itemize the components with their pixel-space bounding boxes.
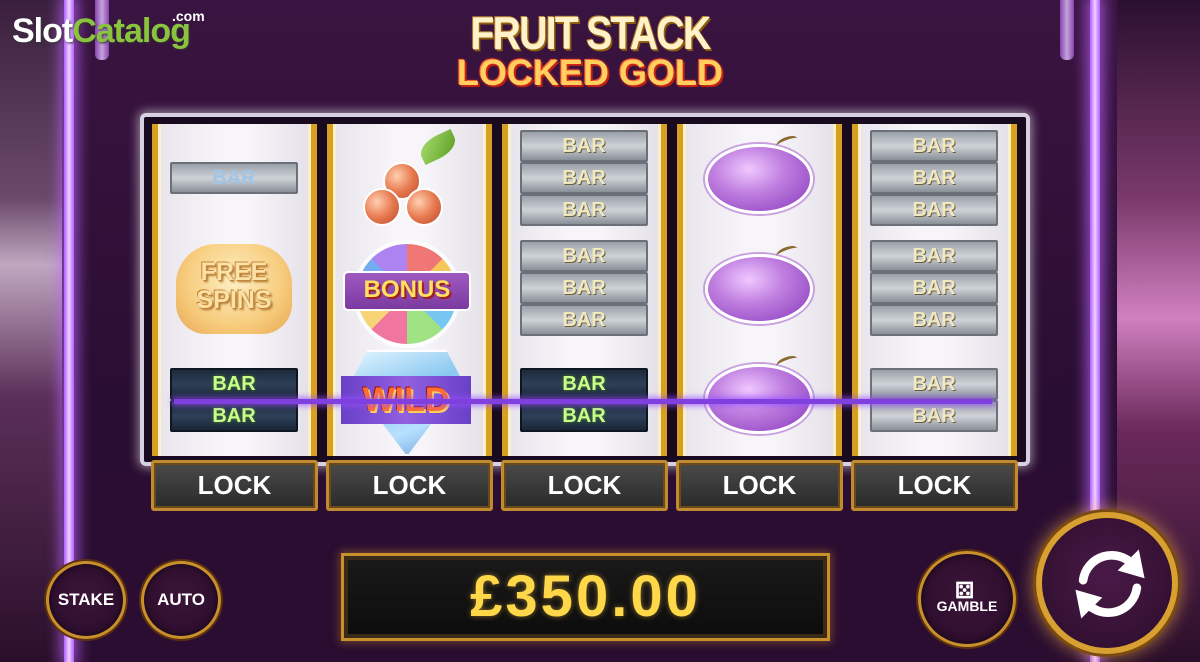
lock-button-reel-3[interactable]: LOCK (501, 460, 668, 511)
refresh-arrows-icon (1075, 549, 1145, 619)
spin-button[interactable] (1036, 512, 1178, 654)
free-spins-label: FREE SPINS (196, 258, 272, 314)
bar-symbol: BAR (170, 162, 298, 194)
neon-accent-right (1060, 0, 1074, 60)
stake-button[interactable]: STAKE (46, 561, 126, 639)
plum-icon (705, 133, 813, 214)
reel-3: BAR BAR BAR BAR BAR BAR BAR BAR (502, 124, 667, 456)
reel-4 (677, 124, 842, 456)
dice-icon: ⚄ (955, 578, 975, 603)
bar-symbol: BAR (520, 272, 648, 304)
reel-2: BONUS WILD (327, 124, 492, 456)
bar-symbol: BAR (520, 194, 648, 226)
bar-symbol: BAR (520, 130, 648, 162)
lock-button-reel-5[interactable]: LOCK (851, 460, 1018, 511)
bar-symbol: BAR (170, 400, 298, 432)
bar-symbol: BAR (870, 194, 998, 226)
payline (174, 399, 992, 404)
bar-symbol: BAR (520, 368, 648, 400)
bar-symbol: BAR (870, 400, 998, 432)
lock-button-reel-4[interactable]: LOCK (676, 460, 843, 511)
cherries-icon (361, 129, 461, 226)
title-line-1: FRUIT STACK (470, 7, 711, 59)
watermark-logo: SlotCatalog .com (12, 8, 205, 51)
bar-symbol: BAR (870, 162, 998, 194)
bar-symbol: BAR (870, 304, 998, 336)
bonus-symbol: BONUS (343, 271, 471, 311)
reel-5: BAR BAR BAR BAR BAR BAR BAR BAR (852, 124, 1017, 456)
bar-symbol: BAR (520, 304, 648, 336)
game-title: FRUIT STACK LOCKED GOLD (430, 8, 750, 92)
lock-button-reel-2[interactable]: LOCK (326, 460, 493, 511)
bar-symbol: BAR (520, 400, 648, 432)
bar-symbol: BAR (520, 162, 648, 194)
bar-symbol: BAR (870, 240, 998, 272)
plum-icon (705, 243, 813, 324)
auto-button[interactable]: AUTO (141, 561, 221, 639)
logo-slot-text: Slot (12, 12, 73, 50)
gamble-button[interactable]: ⚄ GAMBLE (918, 551, 1016, 647)
bar-symbol: BAR (870, 130, 998, 162)
bar-symbol: BAR (870, 368, 998, 400)
title-line-2: LOCKED GOLD (457, 52, 723, 93)
logo-com-text: .com (172, 8, 205, 24)
lock-button-reel-1[interactable]: LOCK (151, 460, 318, 511)
reel-1: BAR FREE SPINS BAR BAR (152, 124, 317, 456)
balance-display: £350.00 (341, 553, 830, 641)
bar-symbol: BAR (170, 368, 298, 400)
bar-symbol: BAR (870, 272, 998, 304)
free-spins-symbol: FREE SPINS (176, 244, 292, 334)
bar-symbol: BAR (520, 240, 648, 272)
